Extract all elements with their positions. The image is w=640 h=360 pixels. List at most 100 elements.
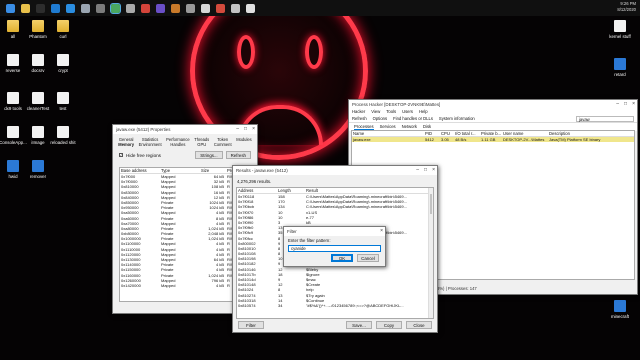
column-header[interactable]: Private b... [480, 131, 502, 136]
cancel-button[interactable]: Cancel [357, 254, 379, 262]
tab-memory[interactable]: Memory [118, 142, 134, 147]
process-row[interactable]: javaw.exe 5412 3.05 48 B/s 1.11 GB DESKTOP-2V… [352, 137, 634, 143]
ok-button[interactable]: OK [331, 254, 353, 262]
process-hacker-titlebar[interactable]: Process Hacker [DESKTOP-2VNK9E\Mattes] –… [349, 100, 637, 109]
system-tray[interactable]: 9:26 PM 8/12/2020 [617, 1, 636, 13]
column-header[interactable]: User name [502, 131, 548, 136]
process-cell: Java(TM) Platform SE binary [549, 137, 601, 142]
column-header[interactable]: Length [277, 188, 305, 193]
app-icon-7[interactable] [201, 3, 210, 13]
settings-icon[interactable] [126, 3, 135, 13]
toolbar-button[interactable]: Find handles or DLLs [393, 115, 433, 122]
toolbar-buttons: Refresh Options Find handles or DLLs System… [352, 115, 475, 122]
column-header[interactable]: Base address [120, 168, 160, 173]
process-hacker-title: Process Hacker [DESKTOP-2VNK9E\Mattes] [352, 102, 441, 107]
app-icon-5[interactable] [171, 3, 180, 13]
app-icon-9[interactable] [231, 3, 240, 13]
filter-button[interactable]: Filter [238, 321, 264, 329]
toolbar-button[interactable]: System information [439, 115, 475, 122]
process-cell: 5412 [425, 137, 434, 142]
terminal-icon[interactable] [36, 3, 45, 13]
desktop-icon[interactable]: reloaded shit [46, 126, 80, 145]
taskbar: 9:26 PM 8/12/2020 [0, 0, 640, 16]
column-header[interactable]: I/O total r... [454, 131, 480, 136]
file-icon [32, 126, 44, 138]
column-header[interactable]: Result [305, 188, 429, 193]
app-icon [614, 300, 626, 312]
results-title: Results - javaw.exe (5412) [236, 168, 288, 173]
column-header[interactable]: CPU [440, 131, 454, 136]
properties-title: javaw.exe (5412) Properties [116, 127, 171, 132]
save-button[interactable]: Save... [346, 321, 372, 329]
filter-pattern-input[interactable]: cyanide [288, 245, 381, 252]
app-icon-6[interactable] [186, 3, 195, 13]
edge-icon[interactable] [51, 3, 60, 13]
minimize-icon[interactable]: – [416, 167, 419, 173]
tab-gpu[interactable]: GPU [194, 142, 210, 147]
scrollbar-thumb[interactable] [430, 194, 432, 214]
hide-free-checkbox[interactable]: ✓ [119, 153, 123, 157]
app-icon-4[interactable] [156, 3, 165, 13]
results-buttons: Filter Save... Copy Close [238, 321, 432, 329]
minimize-icon[interactable]: – [236, 126, 239, 132]
toolbar-button[interactable]: Refresh [352, 115, 367, 122]
desktop-icon[interactable]: remover [21, 160, 55, 179]
close-icon[interactable]: × [252, 126, 255, 132]
file-icon [57, 126, 69, 138]
desktop-icon[interactable]: retard [603, 58, 637, 77]
column-header[interactable]: PID [424, 131, 440, 136]
close-icon[interactable]: × [380, 228, 383, 234]
toolbar-button[interactable]: Options [373, 115, 387, 122]
desktop-icon-label: remover [29, 174, 47, 179]
memory-list-rows: 0x7f000 Mapped 64 kB R/W 0x7f0000 Mapped 32 kB… [120, 174, 250, 288]
column-header[interactable]: Type [160, 168, 200, 173]
app-icon-2[interactable] [96, 3, 105, 13]
result-row[interactable]: 0x810574 34 "#$%&'()*+...-./0123456789:;<… [237, 303, 433, 308]
tab-handles[interactable]: Handles [166, 142, 190, 147]
results-titlebar[interactable]: Results - javaw.exe (5412) – □ × [233, 166, 437, 175]
filter-title: Filter [287, 229, 297, 234]
column-header[interactable]: Name [352, 131, 424, 136]
desktop-icon[interactable]: crypt [46, 54, 80, 73]
tab-environment[interactable]: Environment [138, 142, 162, 147]
wallpaper-eye-right [305, 35, 323, 69]
tab-modules[interactable]: Modules [236, 137, 252, 142]
strings-button[interactable]: Strings... [195, 151, 223, 159]
copy-button[interactable]: Copy [376, 321, 402, 329]
memory-row[interactable]: 0x1420000 Mapped 4 kB R [120, 283, 250, 288]
folder-icon [32, 20, 44, 32]
tab-comment[interactable]: Comment [214, 142, 232, 147]
close-icon[interactable]: × [432, 167, 435, 173]
column-header[interactable]: Size [200, 168, 226, 173]
maximize-icon[interactable]: □ [244, 126, 247, 132]
refresh-button[interactable]: Refresh [225, 151, 251, 159]
desktop-icon[interactable]: test [46, 92, 80, 111]
properties-titlebar[interactable]: javaw.exe (5412) Properties – □ × [113, 125, 257, 134]
filter-dialog: Filter × Enter the filter pattern: cyani… [283, 226, 386, 267]
process-search-input[interactable]: javaw [576, 115, 634, 122]
process-cell: 48 B/s [455, 137, 467, 142]
process-list-rows: javaw.exe 5412 3.05 48 B/s 1.11 GB DESKTOP-2V… [352, 137, 634, 143]
desktop-icon[interactable]: minecraft [603, 300, 637, 319]
app-icon-10[interactable] [246, 3, 255, 13]
filter-titlebar[interactable]: Filter × [284, 227, 385, 236]
app-icon-1[interactable] [81, 3, 90, 13]
close-button[interactable]: Close [406, 321, 432, 329]
desktop-icon[interactable]: curl [46, 20, 80, 39]
vscode-icon[interactable] [66, 3, 75, 13]
maximize-icon[interactable]: □ [624, 101, 627, 107]
wallpaper-eye-left [237, 35, 255, 69]
desktop-icon[interactable]: kernel stuff [603, 20, 637, 39]
app-icon-8[interactable] [216, 3, 225, 13]
maximize-icon[interactable]: □ [424, 167, 427, 173]
desktop-icon-label: curl [59, 34, 67, 39]
column-header[interactable]: Description [548, 131, 618, 136]
close-icon[interactable]: × [632, 101, 635, 107]
windows-icon[interactable] [6, 3, 15, 13]
folder-icon[interactable] [21, 3, 30, 13]
app-icon-3[interactable] [141, 3, 150, 13]
column-header[interactable]: Address [237, 188, 277, 193]
minimize-icon[interactable]: – [616, 101, 619, 107]
results-scrollbar[interactable] [428, 188, 433, 318]
process-hacker-icon[interactable] [110, 2, 121, 14]
